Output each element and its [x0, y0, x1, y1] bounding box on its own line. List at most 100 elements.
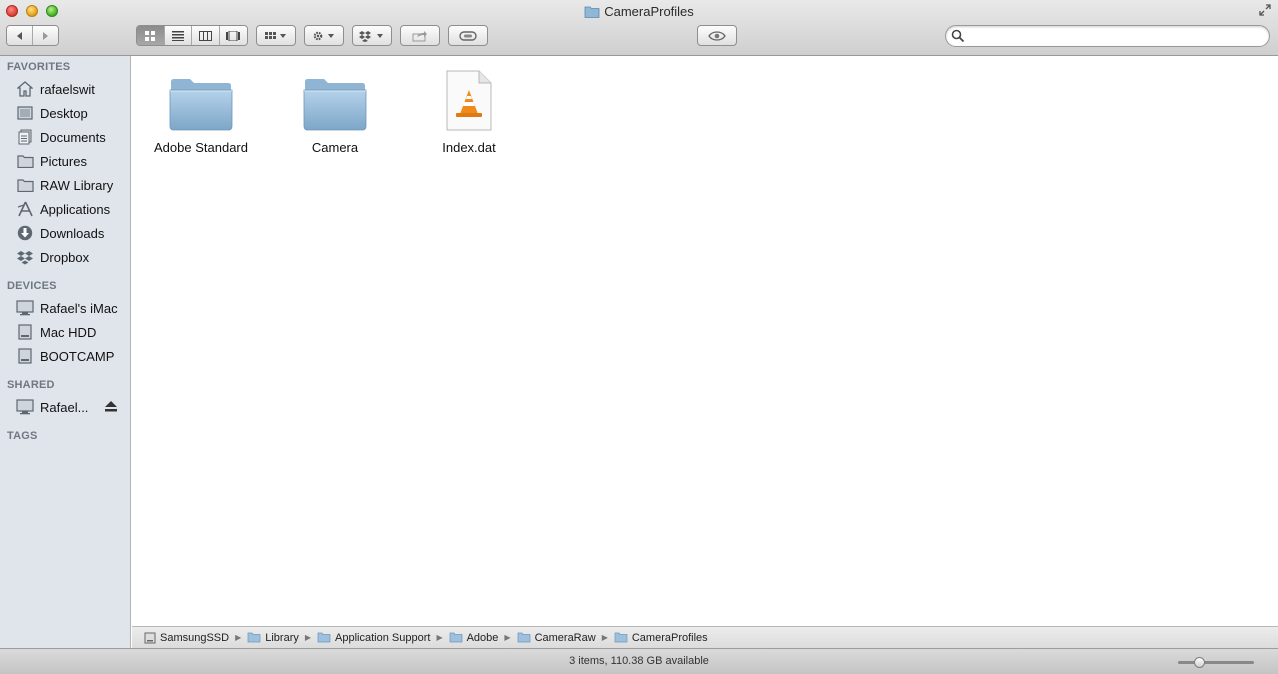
search-field[interactable]	[945, 25, 1270, 47]
path-separator-icon: ▶	[504, 633, 511, 642]
sidebar-item-label: BOOTCAMP	[40, 348, 115, 364]
path-separator-icon: ▶	[304, 633, 312, 642]
dropbox-icon	[16, 248, 34, 266]
sidebar-item-label: Rafael...	[40, 399, 89, 415]
search-icon	[951, 29, 965, 46]
forward-button[interactable]	[32, 26, 58, 45]
sidebar: FAVORITES rafaelswit Desktop Documents P…	[0, 56, 131, 648]
disk-icon	[16, 323, 34, 341]
path-item-label: SamsungSSD	[160, 631, 230, 644]
icon-view-button[interactable]	[137, 26, 165, 45]
eject-icon[interactable]	[105, 401, 117, 415]
devices-header: DEVICES	[7, 280, 57, 292]
path-bar: SamsungSSD ▶ Library ▶ Application Suppo…	[132, 626, 1278, 648]
file-name: Index.dat	[442, 140, 496, 155]
path-item-samsungssd[interactable]: SamsungSSD	[144, 632, 229, 644]
folder-icon	[584, 5, 600, 21]
action-button[interactable]	[304, 25, 344, 46]
sidebar-item-downloads[interactable]: Downloads	[0, 222, 131, 244]
path-item-label: Adobe	[466, 631, 499, 644]
arrange-button[interactable]	[256, 25, 296, 46]
icon-size-slider-knob[interactable]	[1193, 657, 1205, 668]
path-item-library[interactable]: Library	[247, 632, 299, 644]
folder-icon	[317, 632, 331, 643]
share-button[interactable]	[400, 25, 440, 46]
folder-icon	[16, 176, 34, 194]
sidebar-item-label: Applications	[40, 201, 111, 217]
downloads-icon	[16, 224, 34, 242]
file-item-camera[interactable]: Camera	[275, 64, 395, 155]
sidebar-item-dropbox[interactable]: Dropbox	[0, 246, 131, 268]
network-computer-icon	[16, 398, 34, 416]
folder-icon	[16, 152, 34, 170]
path-separator-icon: ▶	[436, 633, 443, 642]
fullscreen-icon[interactable]	[1258, 4, 1272, 18]
disk-icon	[144, 632, 156, 644]
tag-icon	[459, 30, 477, 41]
gear-icon	[313, 31, 334, 40]
file-name: Adobe Standard	[154, 140, 248, 155]
sidebar-item-bootcamp[interactable]: BOOTCAMP	[0, 345, 131, 367]
list-view-button[interactable]	[164, 26, 192, 45]
sidebar-item-imac[interactable]: Rafael's iMac	[0, 297, 131, 319]
path-separator-icon: ▶	[601, 633, 608, 642]
file-browser-content: Adobe Standard Camera Index.dat	[132, 56, 1278, 626]
sidebar-item-label: Dropbox	[40, 249, 90, 265]
vlc-document-icon	[409, 64, 529, 132]
sidebar-item-label: Documents	[40, 129, 106, 145]
dropbox-icon	[359, 30, 383, 42]
eye-icon	[708, 30, 726, 41]
path-item-cameraraw[interactable]: CameraRaw	[517, 632, 596, 644]
status-bar: 3 items, 110.38 GB available	[0, 648, 1278, 674]
sidebar-item-label: Desktop	[40, 105, 88, 121]
folder-icon	[247, 632, 261, 643]
dropbox-button[interactable]	[352, 25, 392, 46]
sidebar-item-shared-rafael[interactable]: Rafael...	[0, 396, 131, 418]
view-mode-group	[136, 25, 248, 46]
sidebar-item-home[interactable]: rafaelswit	[0, 78, 131, 100]
sidebar-item-pictures[interactable]: Pictures	[0, 150, 131, 172]
folder-icon	[275, 64, 395, 132]
disk-icon	[16, 347, 34, 365]
folder-icon	[449, 632, 463, 643]
favorites-header: FAVORITES	[7, 61, 71, 73]
path-item-label: CameraProfiles	[631, 631, 708, 644]
window-title: CameraProfiles	[0, 4, 1278, 21]
folder-icon	[517, 632, 531, 643]
path-item-cameraprofiles[interactable]: CameraProfiles	[614, 632, 708, 644]
documents-icon	[16, 128, 34, 146]
window-title-text: CameraProfiles	[604, 4, 694, 19]
tags-button[interactable]	[448, 25, 488, 46]
path-item-application-support[interactable]: Application Support	[317, 632, 430, 644]
cover-flow-view-button[interactable]	[219, 26, 247, 45]
back-button[interactable]	[7, 26, 33, 45]
sidebar-item-applications[interactable]: Applications	[0, 198, 131, 220]
file-item-index-dat[interactable]: Index.dat	[409, 64, 529, 155]
sidebar-item-label: Mac HDD	[40, 324, 97, 340]
icon-view-icon	[145, 30, 156, 41]
shared-header: SHARED	[7, 379, 55, 391]
sidebar-item-label: RAW Library	[40, 177, 114, 193]
desktop-icon	[16, 104, 34, 122]
sidebar-item-desktop[interactable]: Desktop	[0, 102, 131, 124]
file-name: Camera	[311, 140, 359, 155]
quick-look-button[interactable]	[697, 25, 737, 46]
search-input[interactable]	[968, 28, 1263, 44]
tags-header: TAGS	[7, 430, 38, 442]
sidebar-item-documents[interactable]: Documents	[0, 126, 131, 148]
cover-flow-icon	[226, 30, 241, 41]
chevron-right-icon	[42, 31, 48, 40]
sidebar-item-mac-hdd[interactable]: Mac HDD	[0, 321, 131, 343]
share-icon	[412, 30, 427, 41]
sidebar-item-label: Downloads	[40, 225, 105, 241]
icon-size-slider[interactable]	[1178, 661, 1254, 664]
home-icon	[16, 80, 34, 98]
applications-icon	[16, 200, 34, 218]
file-item-adobe-standard[interactable]: Adobe Standard	[141, 64, 261, 155]
column-view-button[interactable]	[192, 26, 220, 45]
path-item-adobe[interactable]: Adobe	[449, 631, 499, 644]
chevron-left-icon	[16, 31, 22, 40]
sidebar-item-raw-library[interactable]: RAW Library	[0, 174, 131, 196]
path-item-label: CameraRaw	[534, 631, 596, 644]
imac-icon	[16, 299, 34, 317]
